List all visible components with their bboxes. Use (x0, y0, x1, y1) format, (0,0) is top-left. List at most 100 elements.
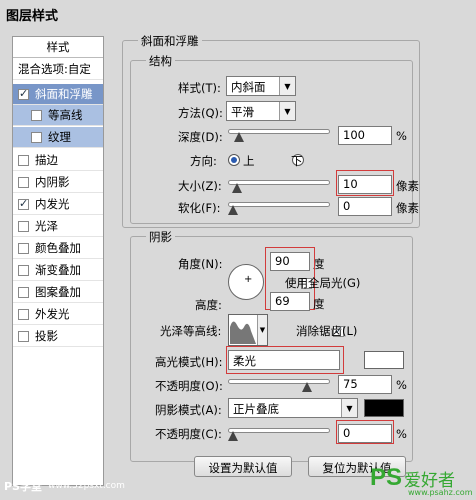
anti-aliased-label: 消除锯齿(L) (296, 324, 358, 338)
style-item-label: 渐变叠加 (35, 263, 81, 277)
checkbox[interactable] (18, 264, 29, 276)
soften-slider-thumb[interactable] (228, 205, 238, 215)
contour-curve-icon (230, 321, 256, 344)
checkbox[interactable] (18, 87, 29, 100)
style-item-label: 等高线 (48, 108, 83, 122)
checkbox[interactable] (18, 330, 29, 342)
style-dropdown[interactable]: 内斜面 ▼ (226, 76, 296, 96)
technique-label: 方法(Q): (178, 106, 223, 120)
shadow-mode-label: 阴影模式(A): (155, 403, 222, 417)
style-item-stroke[interactable]: 描边 (13, 150, 103, 171)
direction-label: 方向: (190, 154, 217, 168)
shadow-color-swatch[interactable] (364, 399, 404, 417)
shadow-opacity-unit: % (396, 427, 407, 441)
structure-title: 结构 (146, 53, 175, 69)
shadow-mode-value: 正片叠底 (233, 402, 279, 416)
shadow-opacity-label: 不透明度(C): (155, 427, 222, 441)
depth-input[interactable]: 100 (338, 126, 392, 145)
watermark-right-url: www.psahz.com (408, 488, 473, 497)
style-item-color-overlay[interactable]: 颜色叠加 (13, 238, 103, 259)
size-unit: 像素 (396, 179, 419, 193)
soften-unit: 像素 (396, 201, 419, 215)
style-item-label: 内阴影 (35, 175, 70, 189)
highlight-opacity-unit: % (396, 378, 407, 392)
highlight-opacity-thumb[interactable] (302, 382, 312, 392)
checkbox[interactable] (31, 131, 42, 143)
angle-label: 角度(N): (178, 257, 223, 271)
direction-down-label: 下 (291, 154, 303, 168)
style-item-inner-shadow[interactable]: 内阴影 (13, 172, 103, 193)
highlight-opacity-input[interactable]: 75 (338, 375, 392, 394)
make-default-button[interactable]: 设置为默认值 (194, 456, 292, 477)
style-item-bevel-emboss[interactable]: 斜面和浮雕 (13, 84, 103, 105)
watermark-url: www.52psxt.com (48, 481, 125, 491)
gloss-contour-picker[interactable]: ▼ (228, 314, 268, 346)
checkbox[interactable] (31, 109, 42, 121)
style-item-label: 纹理 (48, 130, 71, 144)
style-item-label: 斜面和浮雕 (35, 87, 93, 101)
depth-label: 深度(D): (178, 130, 223, 144)
highlight-opacity-label: 不透明度(O): (155, 379, 223, 393)
checkbox[interactable] (18, 154, 29, 166)
style-item-drop-shadow[interactable]: 投影 (13, 326, 103, 347)
chevron-down-icon: ▼ (341, 399, 357, 417)
style-item-inner-glow[interactable]: 内发光 (13, 194, 103, 215)
checkbox[interactable] (18, 197, 29, 210)
style-item-gradient-overlay[interactable]: 渐变叠加 (13, 260, 103, 281)
bevel-emboss-title: 斜面和浮雕 (138, 33, 202, 49)
style-item-satin[interactable]: 光泽 (13, 216, 103, 237)
depth-unit: % (396, 129, 407, 143)
direction-up-label: 上 (243, 154, 255, 168)
shadow-mode-dropdown[interactable]: 正片叠底 ▼ (228, 398, 358, 418)
size-label: 大小(Z): (178, 179, 222, 193)
checkbox[interactable] (18, 242, 29, 254)
shadow-opacity-thumb[interactable] (228, 431, 238, 441)
highlight-color-swatch[interactable] (364, 351, 404, 369)
style-item-label: 图案叠加 (35, 285, 81, 299)
style-item-label: 颜色叠加 (35, 241, 81, 255)
checkbox[interactable] (18, 176, 29, 188)
size-slider-thumb[interactable] (232, 183, 242, 193)
depth-slider-thumb[interactable] (234, 132, 244, 142)
altitude-label: 高度: (195, 298, 222, 312)
crosshair-icon: + (244, 274, 253, 285)
soften-input[interactable]: 0 (338, 197, 392, 216)
highlight-box (226, 346, 344, 374)
style-item-label: 投影 (35, 329, 58, 343)
technique-dropdown[interactable]: 平滑 ▼ (226, 101, 296, 121)
chevron-down-icon: ▼ (279, 102, 295, 120)
style-value: 内斜面 (231, 80, 266, 94)
blending-options-item[interactable]: 混合选项:自定 (13, 59, 103, 80)
size-slider[interactable] (228, 180, 330, 185)
shadow-opacity-slider[interactable] (228, 428, 330, 433)
style-item-contour[interactable]: 等高线 (13, 105, 103, 126)
style-item-label: 外发光 (35, 307, 70, 321)
shading-title: 阴影 (146, 229, 175, 245)
checkbox[interactable] (18, 220, 29, 232)
checkbox[interactable] (18, 286, 29, 298)
altitude-unit: 度 (313, 297, 325, 311)
style-item-label: 描边 (35, 153, 58, 167)
style-list: 样式 混合选项:自定 斜面和浮雕 等高线 纹理 描边 内阴影 内发光 光泽 颜色… (12, 36, 104, 486)
chevron-down-icon: ▼ (257, 315, 267, 345)
style-item-outer-glow[interactable]: 外发光 (13, 304, 103, 325)
technique-value: 平滑 (231, 105, 254, 119)
altitude-input[interactable]: 69 (270, 292, 310, 311)
chevron-down-icon: ▼ (279, 77, 295, 95)
style-item-pattern-overlay[interactable]: 图案叠加 (13, 282, 103, 303)
style-item-texture[interactable]: 纹理 (13, 127, 103, 148)
style-item-label: 光泽 (35, 219, 58, 233)
watermark-ps: PS (370, 464, 403, 491)
gloss-contour-label: 光泽等高线: (160, 324, 222, 338)
direction-up-radio[interactable] (228, 154, 240, 166)
global-light-label: 使用全局光(G) (285, 276, 361, 290)
highlight-mode-label: 高光模式(H): (155, 355, 223, 369)
soften-slider[interactable] (228, 202, 330, 207)
style-list-header[interactable]: 样式 (13, 37, 103, 58)
watermark-left: PS学堂 (4, 480, 42, 493)
checkbox[interactable] (18, 308, 29, 320)
angle-dial[interactable]: + (228, 264, 264, 300)
highlight-box (336, 420, 394, 444)
window-title: 图层样式 (0, 0, 476, 26)
highlight-opacity-slider[interactable] (228, 379, 330, 384)
